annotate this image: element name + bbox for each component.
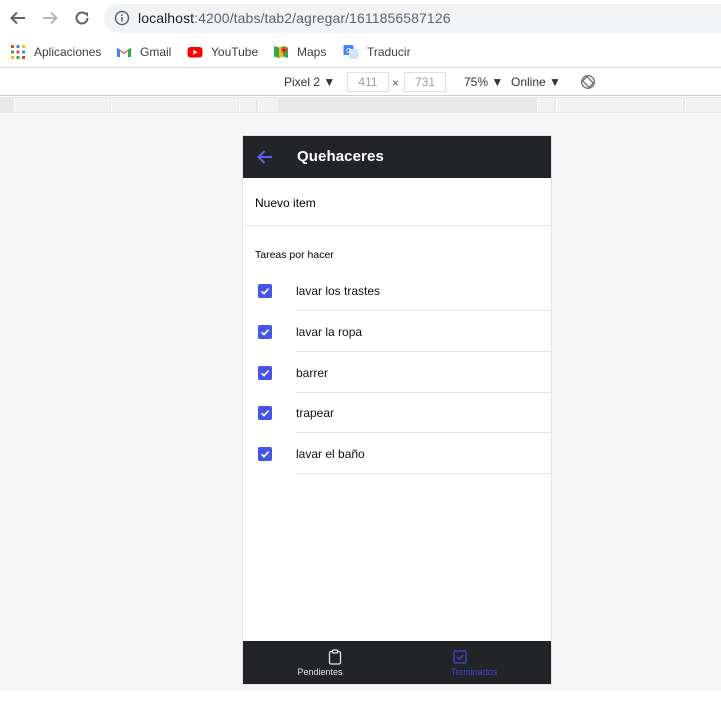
list-item[interactable]: lavar el baño <box>243 434 551 474</box>
new-item-input[interactable]: Nuevo item <box>243 178 551 226</box>
tab-terminados[interactable]: Terminados <box>397 641 551 684</box>
tab-pendientes[interactable]: Pendientes <box>243 641 397 684</box>
bookmark-maps[interactable]: Maps <box>273 42 326 62</box>
bookmark-traducir[interactable]: G Traducir <box>343 42 411 62</box>
address-bar[interactable]: localhost:4200/tabs/tab2/agregar/1611856… <box>104 4 721 33</box>
list-item[interactable]: barrer <box>243 353 551 393</box>
list-item-label: barrer <box>296 366 329 380</box>
bookmark-label: Traducir <box>367 45 411 59</box>
forward-arrow-icon[interactable] <box>39 7 61 29</box>
list-item-label: trapear <box>296 406 335 420</box>
gmail-icon <box>116 44 132 60</box>
checkbox[interactable] <box>258 447 272 461</box>
bookmark-label: Maps <box>297 45 327 59</box>
apps-grid-icon <box>10 44 26 60</box>
device-select[interactable]: Pixel 2 ▼ <box>284 75 335 89</box>
new-item-label: Nuevo item <box>255 196 316 210</box>
checkmark-icon <box>260 288 270 295</box>
reload-icon[interactable] <box>71 7 93 29</box>
url-text: localhost:4200/tabs/tab2/agregar/1611856… <box>138 10 451 26</box>
network-select[interactable]: Online ▼ <box>511 75 561 89</box>
checkmark-icon <box>260 451 270 458</box>
browser-toolbar: localhost:4200/tabs/tab2/agregar/1611856… <box>0 0 721 37</box>
app-header: Quehaceres <box>243 136 551 178</box>
divider <box>296 473 551 474</box>
dropdown-caret-icon: ▼ <box>323 75 336 89</box>
zoom-select[interactable]: 75% ▼ <box>464 75 503 89</box>
bookmark-gmail[interactable]: Gmail <box>116 42 171 62</box>
device-name: Pixel 2 <box>284 75 321 89</box>
list-item-label: lavar el baño <box>296 447 365 461</box>
list-item-label: lavar la ropa <box>296 325 363 339</box>
width-input[interactable]: 411 <box>347 72 389 92</box>
bookmark-label: Aplicaciones <box>34 45 102 59</box>
list-header: Tareas por hacer <box>255 249 334 261</box>
tab-bar: Pendientes Terminados <box>243 641 551 684</box>
dimension-separator: × <box>392 76 400 90</box>
checkbox[interactable] <box>258 284 272 298</box>
back-arrow-icon[interactable] <box>254 146 276 168</box>
divider <box>296 432 551 433</box>
checkmark-icon <box>260 410 270 417</box>
page-title: Quehaceres <box>297 148 384 165</box>
bookmark-label: Gmail <box>140 45 172 59</box>
translate-icon: G <box>343 44 359 60</box>
url-path: :4200/tabs/tab2/agregar/1611856587126 <box>194 10 451 26</box>
checkbox[interactable] <box>258 366 272 380</box>
svg-text:G: G <box>346 47 351 55</box>
list-item[interactable]: lavar la ropa <box>243 312 551 352</box>
mobile-app: Quehaceres Nuevo item Tareas por hacer l… <box>243 136 551 684</box>
tab-label: Terminados <box>450 667 498 677</box>
zoom-value: 75% <box>464 75 489 89</box>
back-arrow-icon[interactable] <box>7 7 29 29</box>
bookmark-label: YouTube <box>211 45 259 59</box>
rotate-icon[interactable] <box>580 74 596 93</box>
url-host: localhost <box>138 10 195 26</box>
bookmark-aplicaciones[interactable]: Aplicaciones <box>10 42 101 62</box>
divider <box>296 351 551 352</box>
dropdown-caret-icon: ▼ <box>491 75 504 89</box>
network-value: Online <box>511 75 546 89</box>
dropdown-caret-icon: ▼ <box>549 75 561 89</box>
list-item-label: lavar los trastes <box>296 284 381 298</box>
checkmark-icon <box>260 370 270 377</box>
checkbox-icon <box>453 649 467 665</box>
clipboard-icon <box>328 649 342 665</box>
checkbox[interactable] <box>258 325 272 339</box>
device-toolbar: Pixel 2 ▼ 411 × 731 75% ▼ Online ▼ <box>0 69 721 96</box>
info-icon[interactable] <box>114 10 130 26</box>
tab-label: Pendientes <box>297 667 343 677</box>
divider <box>296 310 551 311</box>
media-query-ruler <box>0 97 721 113</box>
maps-icon <box>273 44 289 60</box>
list-item[interactable]: trapear <box>243 393 551 433</box>
checkmark-icon <box>260 329 270 336</box>
checkbox[interactable] <box>258 406 272 420</box>
youtube-icon <box>187 44 203 60</box>
bookmarks-bar: Aplicaciones Gmail YouTube Maps G Traduc… <box>0 37 721 68</box>
height-input[interactable]: 731 <box>404 72 446 92</box>
list-item[interactable]: lavar los trastes <box>243 271 551 311</box>
bookmark-youtube[interactable]: YouTube <box>187 42 258 62</box>
